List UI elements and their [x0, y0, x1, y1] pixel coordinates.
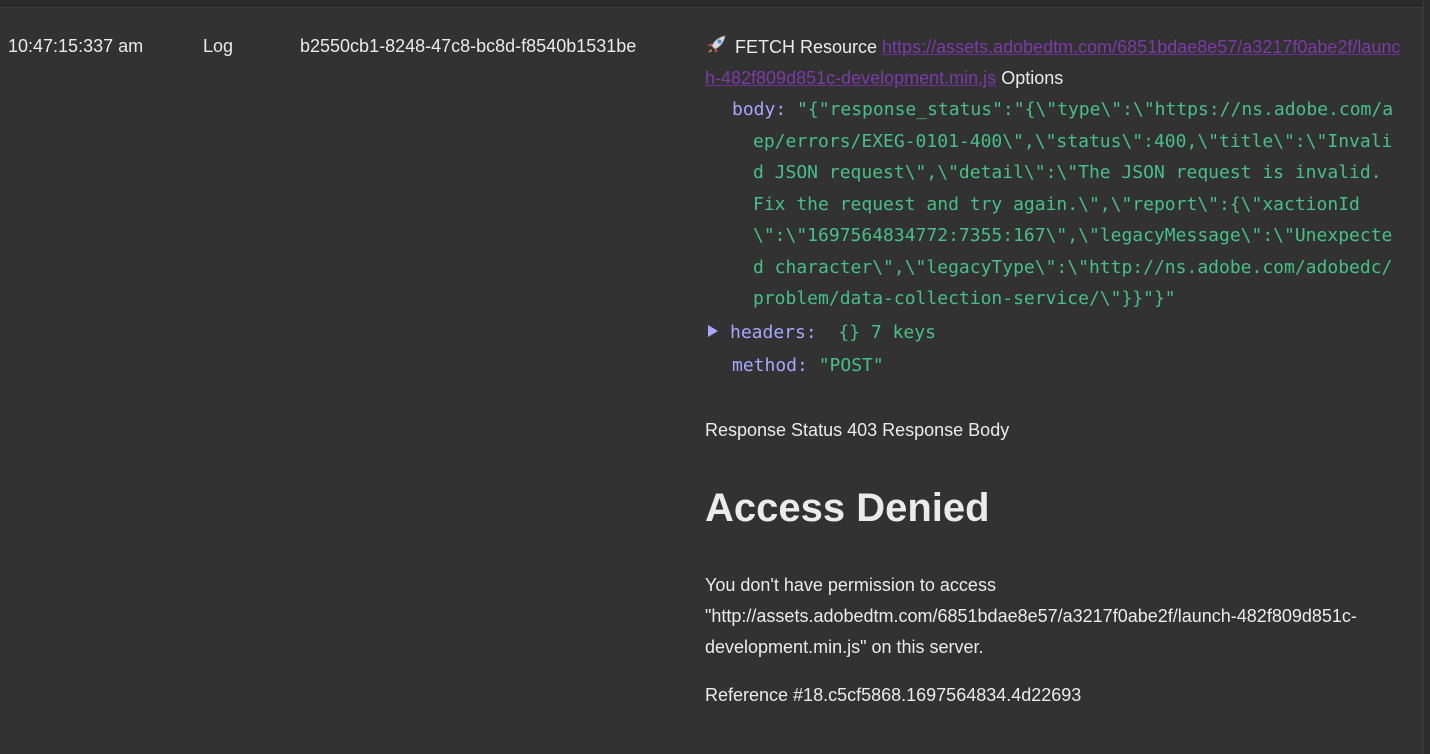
json-headers-key: headers: — [730, 321, 817, 343]
json-method-value[interactable]: "POST" — [819, 355, 884, 376]
response-status-line: Response Status 403 Response Body — [705, 419, 1010, 440]
rocket-icon — [705, 34, 729, 56]
log-time: 10:47:15:337 am — [8, 36, 144, 56]
json-headers-row[interactable]: headers: {} 7 keys — [705, 317, 1402, 349]
permission-text: You don't have permission to access "htt… — [705, 574, 1357, 657]
fetch-prefix: FETCH Resource — [735, 37, 878, 57]
fetch-suffix: Options — [1001, 68, 1064, 88]
fetch-line: FETCH Resource https://assets.adobedtm.c… — [705, 32, 1402, 94]
log-id: b2550cb1-8248-47c8-bc8d-f8540b1531be — [300, 36, 637, 56]
json-method-key: method: — [732, 355, 808, 376]
access-denied-heading: Access Denied — [705, 485, 990, 530]
top-divider — [0, 0, 1430, 8]
json-object: body: "{"response_status":"{\"type\":\"h… — [705, 94, 1402, 382]
log-level: Log — [203, 36, 234, 56]
json-body-row: body: "{"response_status":"{\"type\":\"h… — [705, 94, 1399, 315]
json-method-row: method: "POST" — [705, 350, 1402, 382]
json-body-key: body: — [732, 99, 787, 120]
log-message: FETCH Resource https://assets.adobedtm.c… — [705, 32, 1402, 707]
json-body-value[interactable]: "{"response_status":"{\"type\":\"https:/… — [753, 99, 1393, 309]
scrollbar-track[interactable] — [1423, 0, 1430, 754]
json-headers-value: {} 7 keys — [838, 321, 936, 343]
reference-text: Reference #18.c5cf5868.1697564834.4d2269… — [705, 684, 1082, 705]
expand-triangle-icon[interactable] — [708, 324, 718, 337]
log-row: 10:47:15:337 am Log b2550cb1-8248-47c8-b… — [0, 8, 1422, 754]
